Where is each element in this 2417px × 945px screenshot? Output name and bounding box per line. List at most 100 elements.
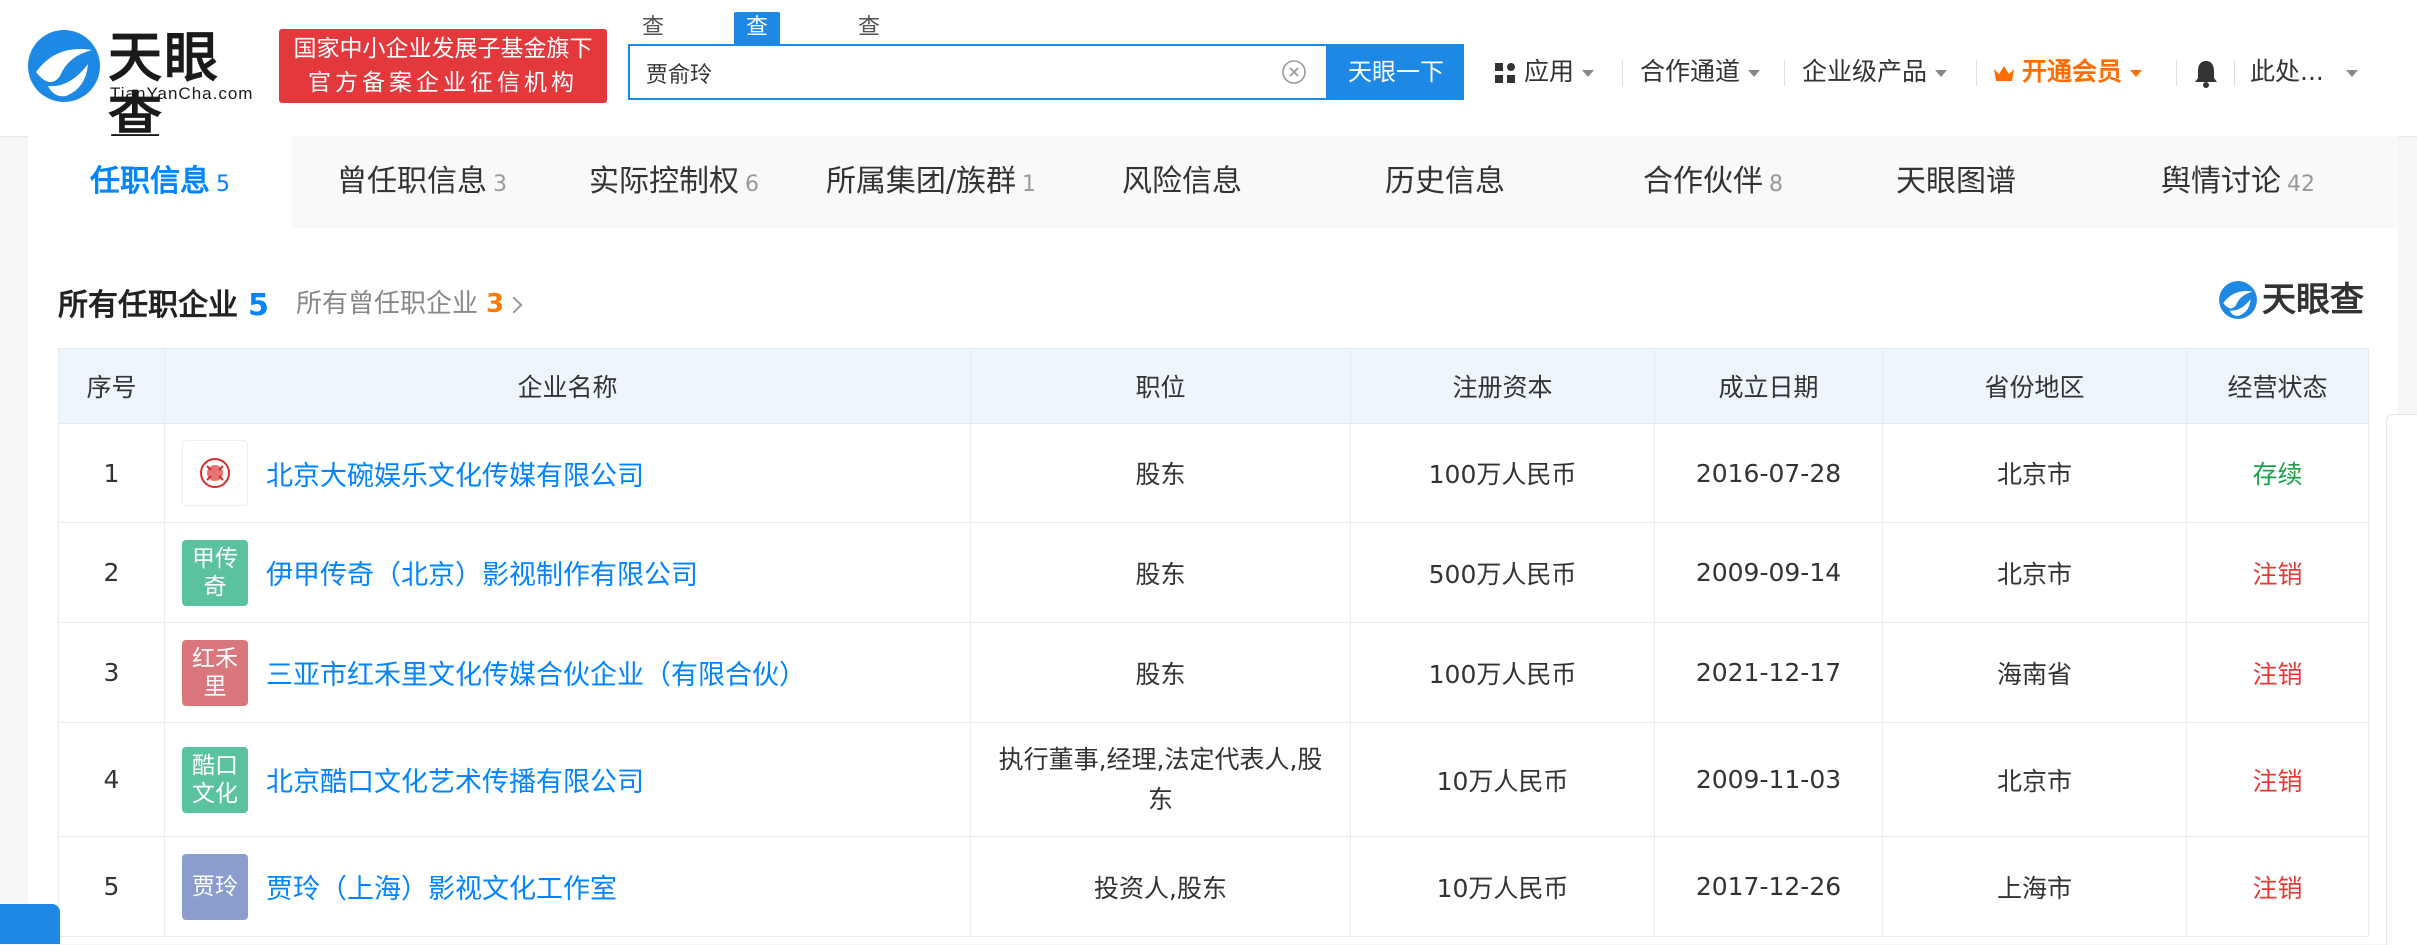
nav-cooperation-label: 合作通道 [1640, 57, 1741, 86]
positions-table: 序号 企业名称 职位 注册资本 成立日期 省份地区 经营状态 1 北京大碗娱乐文… [58, 348, 2369, 937]
section-title-count: 5 [248, 288, 269, 323]
cell-position: 股东 [970, 622, 1351, 723]
tianyancha-logo-icon [28, 30, 100, 102]
table-row: 4 酷口文化 北京酷口文化艺术传播有限公司 执行董事,经理,法定代表人,股东 1… [58, 722, 2369, 837]
chevron-down-icon [1935, 69, 1948, 77]
tab-count: 5 [216, 172, 230, 197]
tab-count: 6 [745, 172, 759, 197]
cell-status: 注销 [2186, 836, 2369, 937]
col-header-position: 职位 [970, 348, 1351, 424]
site-logo[interactable]: 天眼查 TianYanCha.com [26, 28, 264, 148]
chevron-down-icon [2130, 69, 2143, 77]
nav-enterprise[interactable]: 企业级产品 [1802, 50, 1948, 94]
cell-company: 北京大碗娱乐文化传媒有限公司 [164, 423, 971, 523]
cell-region: 北京市 [1882, 423, 2187, 523]
tab-partners[interactable]: 合作伙伴 8 [1592, 136, 1834, 228]
nav-cooperation[interactable]: 合作通道 [1640, 50, 1761, 94]
company-name-link[interactable]: 贾玲（上海）影视文化工作室 [266, 867, 617, 906]
profile-tabs: 任职信息 5 曾任职信息 3 实际控制权 6 所属集团/族群 1 风险信息 历史信息 合… [28, 136, 2398, 228]
bell-icon[interactable] [2192, 58, 2220, 88]
chat-widget[interactable] [0, 904, 60, 944]
cell-region: 北京市 [1882, 522, 2187, 623]
tab-control[interactable]: 实际控制权 6 [552, 136, 796, 228]
tab-label: 合作伙伴 [1643, 164, 1763, 199]
search-button[interactable]: 天眼一下 [1328, 44, 1464, 100]
company-name-link[interactable]: 伊甲传奇（北京）影视制作有限公司 [266, 553, 698, 592]
search-tab-company[interactable]: 查公司 [630, 12, 676, 104]
company-logo[interactable] [182, 440, 248, 506]
search-tab-boss[interactable]: 查老板 [734, 12, 781, 104]
nav-vip-label: 开通会员 [2022, 57, 2123, 86]
cell-capital: 10万人民币 [1350, 722, 1655, 837]
col-header-capital: 注册资本 [1350, 348, 1655, 424]
past-positions-label: 所有曾任职企业 [296, 289, 479, 319]
cell-capital: 500万人民币 [1350, 522, 1655, 623]
col-header-date: 成立日期 [1654, 348, 1883, 424]
cell-no: 3 [58, 622, 165, 723]
cell-region: 海南省 [1882, 622, 2187, 723]
banner-line-2: 官方备案企业征信机构 [308, 70, 578, 96]
tab-label: 历史信息 [1385, 164, 1505, 199]
cell-position: 股东 [970, 423, 1351, 523]
nav-divider [1622, 60, 1623, 86]
side-toolbar[interactable] [2386, 414, 2417, 945]
cell-capital: 100万人民币 [1350, 622, 1655, 723]
company-name-link[interactable]: 三亚市红禾里文化传媒合伙企业（有限合伙） [266, 653, 806, 692]
nav-apps[interactable]: 应用 [1494, 50, 1595, 94]
chevron-down-icon [1582, 69, 1595, 77]
search-input[interactable] [644, 46, 1248, 100]
cell-date: 2009-11-03 [1654, 722, 1883, 837]
tab-discussion[interactable]: 舆情讨论 42 [2078, 136, 2398, 228]
cell-date: 2017-12-26 [1654, 836, 1883, 937]
nav-apps-label: 应用 [1524, 57, 1575, 86]
cell-position: 投资人,股东 [970, 836, 1351, 937]
tab-risk[interactable]: 风险信息 [1066, 136, 1298, 228]
tianyancha-logo-icon [2219, 281, 2257, 319]
certification-banner[interactable]: 国家中小企业发展子基金旗下 官方备案企业征信机构 [279, 29, 607, 103]
company-logo[interactable]: 酷口文化 [182, 746, 248, 813]
cell-status: 注销 [2186, 722, 2369, 837]
clear-icon[interactable] [1282, 60, 1306, 84]
watermark-text: 天眼查 [2262, 280, 2364, 320]
past-positions-link[interactable]: 所有曾任职企业 3 [296, 283, 523, 320]
cell-company: 酷口文化 北京酷口文化艺术传播有限公司 [164, 722, 971, 837]
section-title-label: 所有任职企业 [58, 288, 238, 323]
table-header-row: 序号 企业名称 职位 注册资本 成立日期 省份地区 经营状态 [58, 348, 2369, 424]
past-positions-count: 3 [486, 289, 505, 319]
tab-count: 42 [2287, 172, 2315, 197]
cell-no: 2 [58, 522, 165, 623]
nav-divider [2176, 60, 2177, 86]
tab-past-positions[interactable]: 曾任职信息 3 [292, 136, 552, 228]
table-row: 1 北京大碗娱乐文化传媒有限公司 股东 100万人民币 2016-07-28 北… [58, 423, 2369, 523]
tab-graph[interactable]: 天眼图谱 [1834, 136, 2078, 228]
col-header-status: 经营状态 [2186, 348, 2369, 424]
company-logo[interactable]: 红禾里 [182, 639, 248, 706]
tab-label: 曾任职信息 [337, 164, 487, 199]
nav-user[interactable]: 此处... [2250, 50, 2358, 94]
tab-current-positions[interactable]: 任职信息 5 [28, 136, 292, 228]
top-header: 天眼查 TianYanCha.com 国家中小企业发展子基金旗下 官方备案企业征… [0, 0, 2417, 148]
cell-date: 2021-12-17 [1654, 622, 1883, 723]
cell-company: 红禾里 三亚市红禾里文化传媒合伙企业（有限合伙） [164, 622, 971, 723]
chevron-down-icon [2345, 69, 2358, 77]
company-logo[interactable]: 甲传奇 [182, 539, 248, 606]
nav-user-label: 此处... [2250, 57, 2324, 86]
cell-region: 北京市 [1882, 722, 2187, 837]
nav-vip[interactable]: 开通会员 [1992, 50, 2143, 94]
cell-position: 股东 [970, 522, 1351, 623]
positions-card: 所有任职企业 5 所有曾任职企业 3 天眼查 序号 企业名称 职位 注册资本 成立日… [28, 228, 2398, 944]
tab-history[interactable]: 历史信息 [1298, 136, 1592, 228]
cell-status: 注销 [2186, 522, 2369, 623]
tab-count: 3 [493, 172, 507, 197]
company-name-link[interactable]: 北京酷口文化艺术传播有限公司 [266, 760, 644, 799]
company-logo[interactable]: 贾玲 [182, 853, 248, 920]
cell-no: 1 [58, 423, 165, 523]
search-tab-relation[interactable]: 查关系 [846, 12, 892, 104]
company-name-link[interactable]: 北京大碗娱乐文化传媒有限公司 [266, 454, 644, 493]
tab-group[interactable]: 所属集团/族群 1 [796, 136, 1066, 228]
logo-domain: TianYanCha.com [110, 84, 254, 103]
tab-count: 1 [1022, 172, 1037, 197]
cell-status: 注销 [2186, 622, 2369, 723]
tab-label: 实际控制权 [589, 164, 739, 199]
col-header-no: 序号 [58, 348, 165, 424]
